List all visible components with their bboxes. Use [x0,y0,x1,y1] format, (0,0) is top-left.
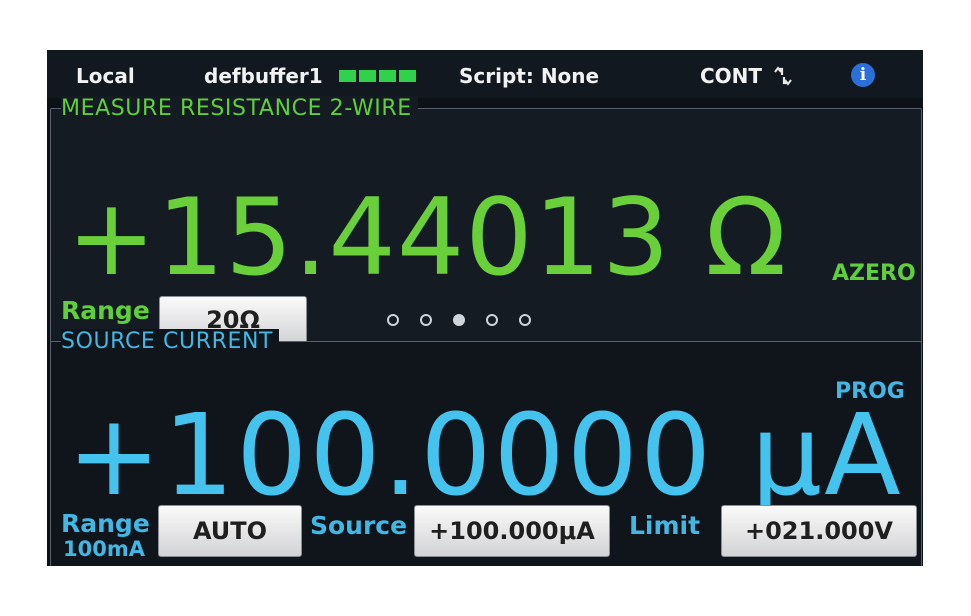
buffer-segment [339,70,356,82]
buffer-segment [379,70,396,82]
source-reading: +100.0000 μA [67,391,903,521]
page-dot[interactable] [420,314,432,326]
source-range-button[interactable]: AUTO [158,505,302,557]
active-buffer-label[interactable]: defbuffer1 [204,64,323,88]
buffer-segment [359,70,376,82]
page-dot-active[interactable] [453,314,465,326]
buffer-fill-indicator [339,70,417,82]
measure-function-title[interactable]: MEASURE RESISTANCE 2-WIRE [61,96,418,122]
local-mode-indicator[interactable]: Local [76,64,135,88]
source-range-sublabel: 100mA [63,537,145,561]
limit-button[interactable]: +021.000V [721,505,917,557]
trigger-mode-indicator[interactable]: CONT [700,64,762,88]
script-indicator[interactable]: Script: None [459,64,599,88]
page-indicator [387,314,537,328]
source-level-button[interactable]: +100.000μA [414,505,610,557]
source-level-label: Source [310,511,408,540]
page-dot[interactable] [387,314,399,326]
source-panel: SOURCE CURRENT PROG +100.0000 μA Range 1… [50,329,922,566]
measurement-reading: +15.44013 Ω [67,176,788,299]
info-icon[interactable]: i [851,63,875,87]
instrument-screen: Local defbuffer1 Script: None CONT i MEA… [47,50,923,566]
limit-label: Limit [629,511,701,540]
page-dot[interactable] [486,314,498,326]
page-dot[interactable] [519,314,531,326]
autozero-indicator: AZERO [832,261,916,286]
source-range-label: Range [61,509,150,538]
source-function-title[interactable]: SOURCE CURRENT [61,329,280,355]
trigger-cycle-icon[interactable] [771,64,795,88]
measure-range-label: Range [61,296,150,325]
status-bar: Local defbuffer1 Script: None CONT i [47,50,923,98]
buffer-segment [399,70,416,82]
